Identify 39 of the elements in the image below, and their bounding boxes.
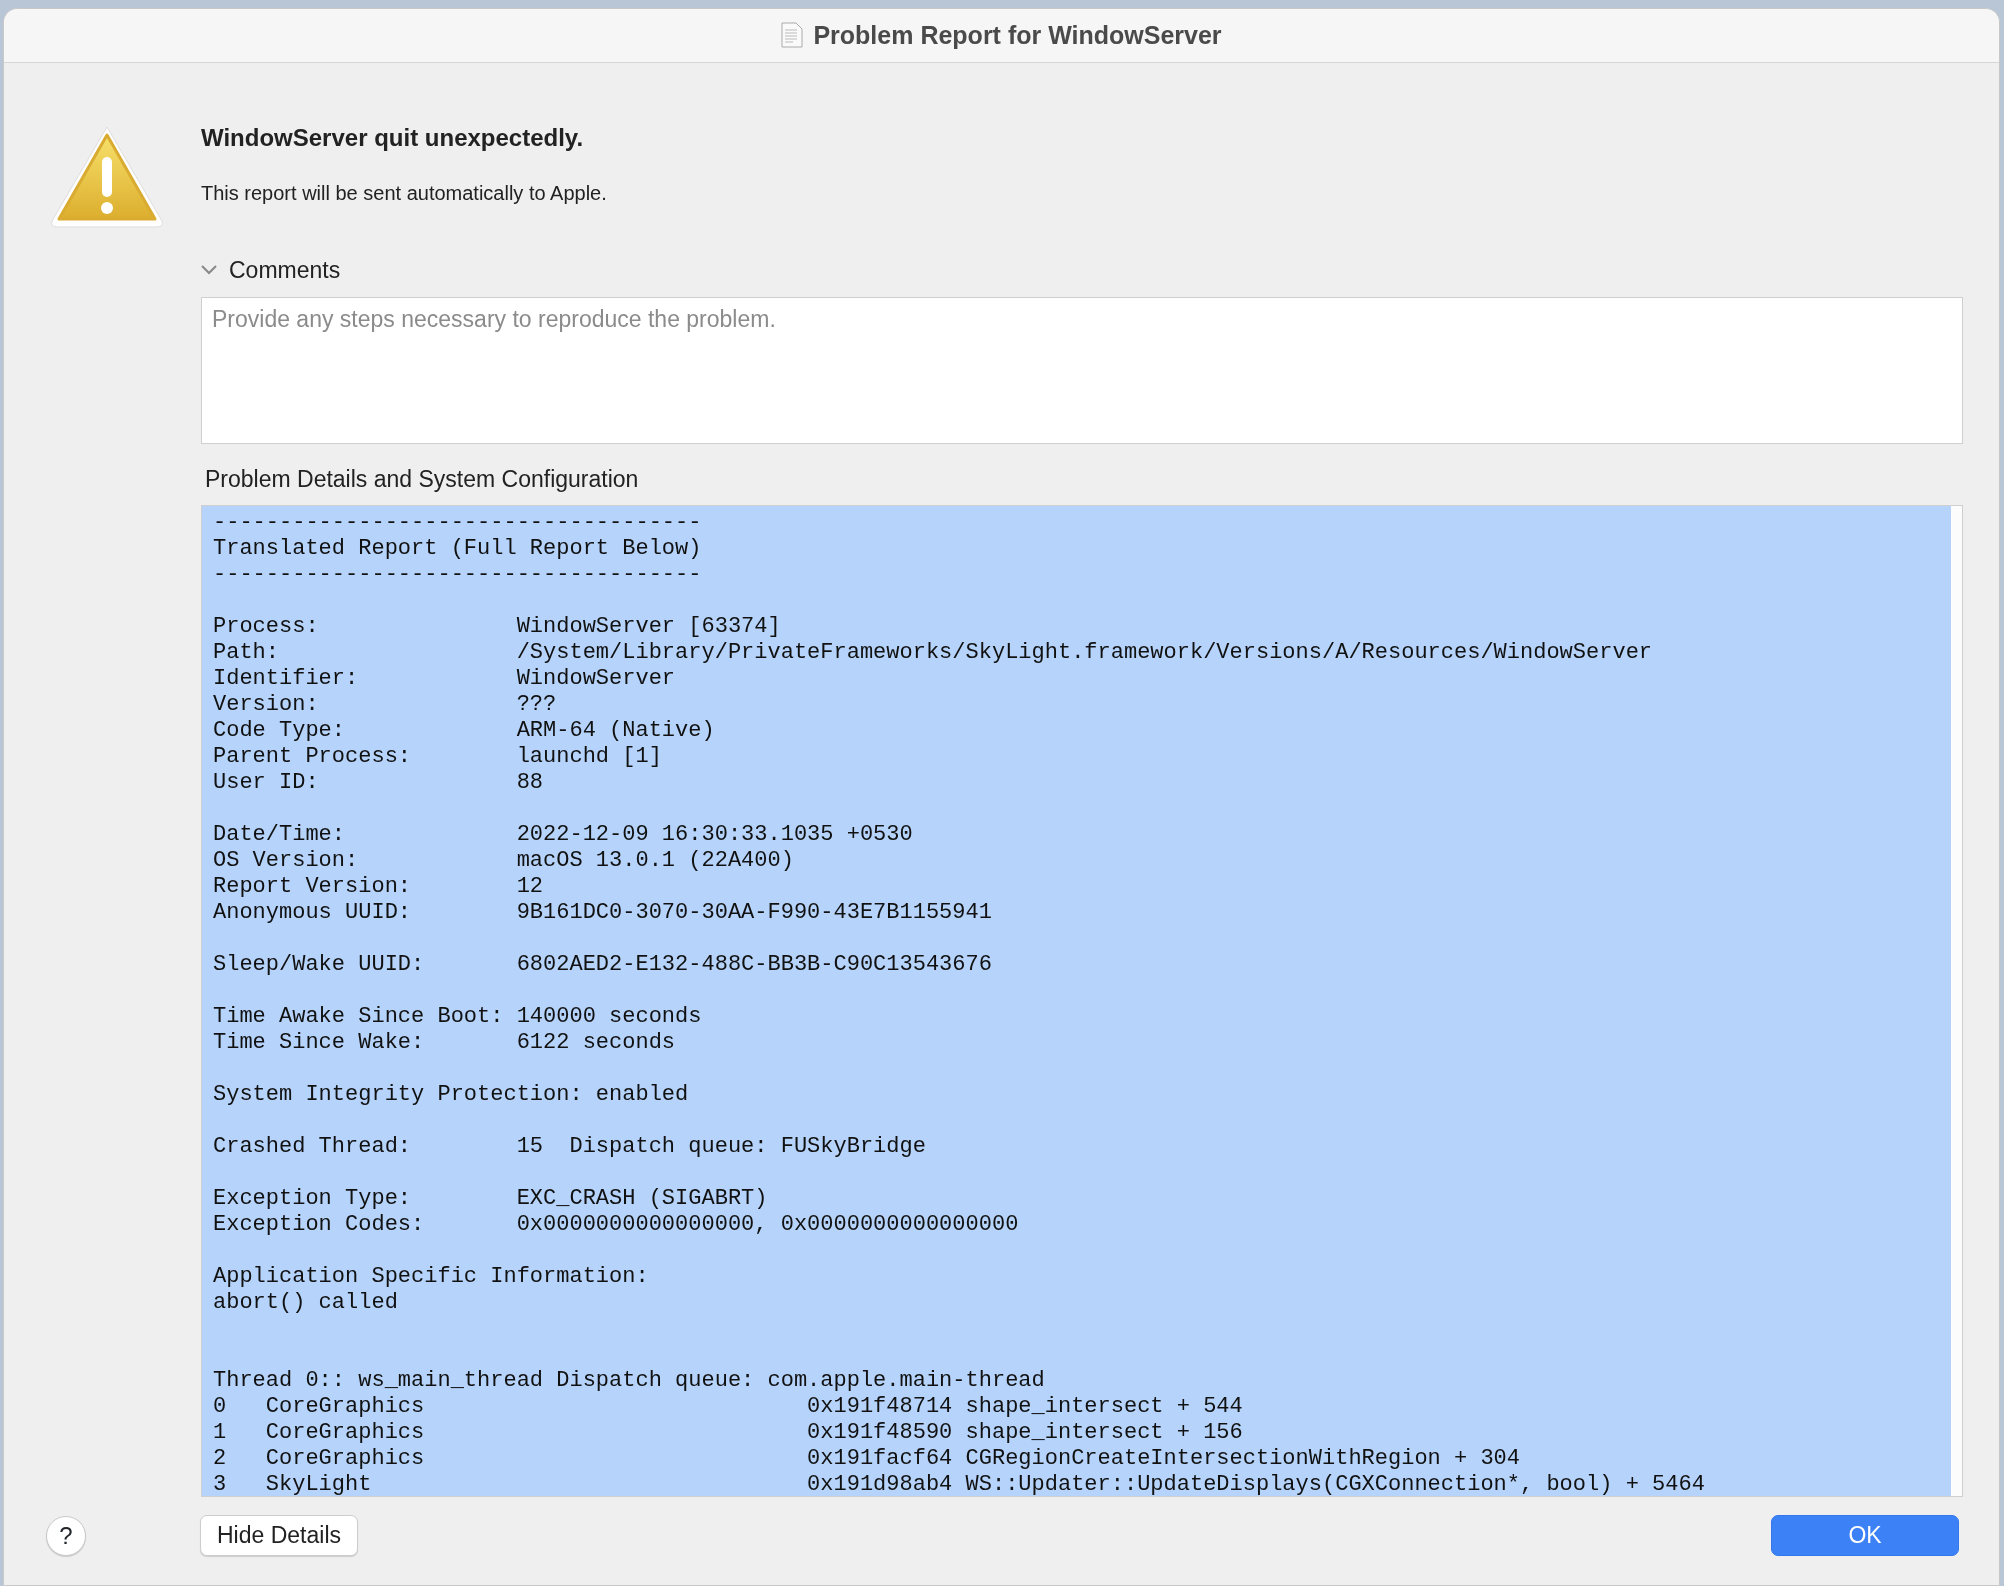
report-line: Exception Type: EXC_CRASH (SIGABRT) bbox=[213, 1185, 769, 1212]
report-line: System Integrity Protection: enabled bbox=[213, 1081, 690, 1108]
comments-field[interactable]: Provide any steps necessary to reproduce the problem. bbox=[201, 297, 1963, 445]
report-line: Crashed Thread: 15 Dispatch queue: FUSkyBridge bbox=[213, 1133, 927, 1160]
window-title: Problem Report for WindowServer bbox=[813, 19, 1222, 51]
report-line: OS Version: macOS 13.0.1 (22A400) bbox=[213, 847, 795, 874]
document-icon bbox=[781, 22, 804, 49]
report-line: Thread 0:: ws_main_thread Dispatch queue: com.apple.main-thread bbox=[213, 1367, 1046, 1394]
report-line: 2 CoreGraphics 0x191facf64 CGRegionCreateIntersectionWithRegion + 304 bbox=[213, 1445, 1521, 1472]
hide-details-button[interactable]: Hide Details bbox=[200, 1515, 358, 1557]
report-line: Date/Time: 2022-12-09 16:30:33.1035 +0530 bbox=[213, 821, 914, 848]
report-line: Process: WindowServer [63374] bbox=[213, 613, 782, 640]
report-line: Version: ??? bbox=[213, 691, 558, 718]
comments-label[interactable]: Comments bbox=[229, 252, 341, 288]
report-line: Parent Process: launchd [1] bbox=[213, 743, 663, 770]
report-line: Anonymous UUID: 9B161DC0-3070-30AA-F990-43E7B1155941 bbox=[213, 899, 993, 926]
report-line: ------------------------------------- bbox=[213, 561, 703, 588]
ok-button[interactable]: OK bbox=[1771, 1515, 1959, 1557]
report-line: Sleep/Wake UUID: 6802AED2-E132-488C-BB3B-C90C13543676 bbox=[213, 951, 993, 978]
report-line: abort() called bbox=[213, 1289, 399, 1316]
report-line: Report Version: 12 bbox=[213, 873, 545, 900]
report-line: Time Since Wake: 6122 seconds bbox=[213, 1029, 677, 1056]
error-heading: WindowServer quit unexpectedly. bbox=[201, 122, 585, 153]
report-line: Time Awake Since Boot: 140000 seconds bbox=[213, 1003, 703, 1030]
info-text: This report will be sent automatically to Apple. bbox=[201, 180, 608, 206]
report-line: Application Specific Information: bbox=[213, 1263, 650, 1290]
report-line: 3 SkyLight 0x191d98ab4 WS::Updater::UpdateDisplays(CGXConnection*, bool) + 5464 bbox=[213, 1471, 1706, 1496]
help-button[interactable]: ? bbox=[46, 1515, 86, 1556]
report-line: Exception Codes: 0x0000000000000000, 0x0000000000000000 bbox=[213, 1211, 1020, 1238]
report-line: 1 CoreGraphics 0x191f48590 shape_intersect + 156 bbox=[213, 1419, 1244, 1446]
report-line: Identifier: WindowServer bbox=[213, 665, 677, 692]
chevron-icon[interactable] bbox=[201, 264, 217, 275]
report-line: 0 CoreGraphics 0x191f48714 shape_intersect + 544 bbox=[213, 1393, 1244, 1420]
report-line: User ID: 88 bbox=[213, 769, 545, 796]
report-line: Translated Report (Full Report Below) bbox=[213, 535, 703, 562]
report-line: ------------------------------------- bbox=[213, 509, 703, 536]
details-label: Problem Details and System Configuration bbox=[205, 465, 640, 495]
report-line: Path: /System/Library/PrivateFrameworks/SkyLight.framework/Versions/A/Resources/WindowServer bbox=[213, 639, 1654, 666]
report-line: Code Type: ARM-64 (Native) bbox=[213, 717, 716, 744]
